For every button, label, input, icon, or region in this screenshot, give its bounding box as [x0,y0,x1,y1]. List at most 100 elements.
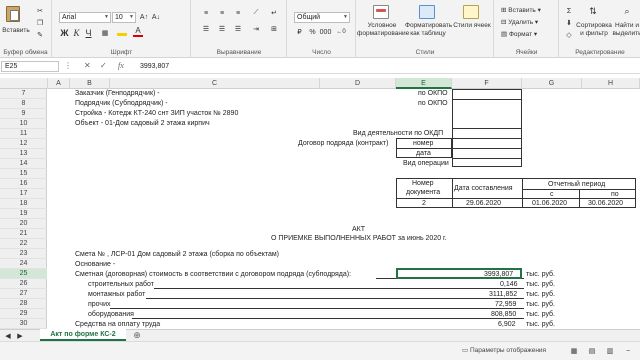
find-select-button[interactable]: Найти и выделить [612,22,640,38]
column-header-c[interactable]: C [110,78,320,89]
more-icon: ⋮ [64,61,72,70]
row-header[interactable]: 14 [0,159,47,169]
row-header[interactable]: 12 [0,139,47,149]
row-header[interactable]: 16 [0,179,47,189]
add-sheet-icon[interactable]: ⊕ [132,330,142,341]
row-header[interactable]: 27 [0,289,47,299]
chevron-down-icon: ▼ [129,14,134,20]
underline-button[interactable]: Ч [84,27,93,38]
clipboard-group-label: Буфер обмена [3,49,48,56]
decrease-font-icon[interactable]: A↓ [151,12,161,23]
font-size-combo[interactable]: 10 ▼ [112,12,136,23]
row-header[interactable]: 17 [0,189,47,199]
indent-icon[interactable]: ⇥ [250,24,262,34]
row-header[interactable]: 29 [0,309,47,319]
name-box[interactable]: E25 [1,61,59,72]
copy-icon[interactable]: ❐ [35,18,45,28]
unit-label: тыс. руб. [526,301,555,308]
italic-button[interactable]: К [72,27,81,38]
doc-date-value: 29.06.2020 [466,200,502,207]
normal-view-icon[interactable]: ▦ [568,346,580,356]
row-header[interactable]: 25 [0,269,47,279]
fill-color-icon[interactable] [117,28,127,36]
insert-cells-button[interactable]: ⊞ Вставить ▾ [501,6,541,14]
bold-button[interactable]: Ж [60,27,69,38]
row-header[interactable]: 28 [0,299,47,309]
column-header-b[interactable]: B [70,78,110,89]
zoom-out-icon[interactable]: − [622,346,634,356]
column-header-g[interactable]: G [522,78,582,89]
row-header[interactable]: 9 [0,109,47,119]
cancel-icon[interactable]: ✕ [84,61,91,70]
row-header[interactable]: 10 [0,119,47,129]
row-header[interactable]: 24 [0,259,47,269]
document-table-line [452,178,453,208]
row-header[interactable]: 23 [0,249,47,259]
cell-styles-button[interactable]: Стили ячеек [453,22,491,30]
sheet-tab-active[interactable]: Акт по форме КС-2 [40,329,126,341]
row-header[interactable]: 19 [0,209,47,219]
thousands-icon[interactable]: 000 [320,27,332,37]
column-header-f[interactable]: F [452,78,522,89]
row-header[interactable]: 26 [0,279,47,289]
row-header[interactable]: 20 [0,219,47,229]
merge-center-icon[interactable]: ⊞ [268,24,280,34]
decimal-icon[interactable]: ←0 [334,27,348,37]
percent-icon[interactable]: % [307,27,318,37]
column-header-e[interactable]: E [396,78,452,89]
row-header[interactable]: 21 [0,229,47,239]
formula-input[interactable]: 3993,807 [140,62,638,72]
column-header-d[interactable]: D [320,78,396,89]
align-bottom-icon[interactable]: ≡ [232,8,244,18]
increase-font-icon[interactable]: A↑ [139,12,149,23]
okpo-label: по ОКПО [418,90,448,97]
align-left-icon[interactable]: ☰ [200,24,212,34]
column-header-h[interactable]: H [582,78,640,89]
autosum-icon[interactable]: Σ [564,6,574,16]
align-top-icon[interactable]: ≡ [200,8,212,18]
worksheet-grid[interactable]: Заказчик (Генподрядчик) - по ОКПО Подряд… [48,89,640,329]
row-header[interactable]: 13 [0,149,47,159]
enter-icon[interactable]: ✓ [100,61,107,70]
row-header[interactable]: 18 [0,199,47,209]
row-header[interactable]: 15 [0,169,47,179]
page-break-icon[interactable]: ▥ [604,346,616,356]
sort-filter-icon: ⇅ [589,5,597,16]
row-header[interactable]: 11 [0,129,47,139]
orientation-icon[interactable]: ⟋ [250,8,262,18]
row-header[interactable]: 22 [0,239,47,249]
cut-icon[interactable]: ✂ [35,6,45,16]
insert-function-icon[interactable]: fx [118,61,124,70]
sort-filter-button[interactable]: Сортировка и фильтр [576,22,612,38]
font-name-combo[interactable]: Arial ▼ [59,12,111,23]
period-to-header: по [611,191,619,198]
delete-cells-button[interactable]: ⊟ Удалить ▾ [501,18,538,26]
font-color-icon[interactable]: A [133,26,143,37]
conditional-format-button[interactable]: Условное форматирование [357,22,409,38]
align-right-icon[interactable]: ☰ [232,24,244,34]
clear-icon[interactable]: ◇ [564,30,574,40]
format-painter-icon[interactable]: ✎ [35,30,45,40]
paste-button[interactable]: Вставить [0,27,32,35]
currency-icon[interactable]: ₽ [294,27,305,37]
next-sheet-icon[interactable]: ▶ [16,331,24,340]
row-header[interactable]: 7 [0,89,47,99]
page-layout-icon[interactable]: ▤ [586,346,598,356]
align-center-icon[interactable]: ☰ [216,24,228,34]
select-all-corner[interactable] [0,78,48,89]
wrap-text-icon[interactable]: ↵ [268,8,280,18]
format-table-icon [419,5,435,19]
display-settings-button[interactable]: ▭ Параметры отображения [462,346,546,354]
number-format-combo[interactable]: Общий ▼ [294,12,350,23]
construction-works-label: строительных работ [88,281,155,288]
borders-icon[interactable]: ▦ [99,27,111,38]
row-header[interactable]: 8 [0,99,47,109]
format-as-table-button[interactable]: Форматировать как таблицу [405,22,452,38]
fill-icon[interactable]: ⬇ [564,18,574,28]
align-middle-icon[interactable]: ≡ [216,8,228,18]
format-cells-button[interactable]: ▤ Формат ▾ [501,30,537,38]
column-header-a[interactable]: A [48,78,70,89]
column-headers: A B C D E F G H [0,78,640,89]
prev-sheet-icon[interactable]: ◀ [4,331,12,340]
row-header[interactable]: 30 [0,319,47,329]
